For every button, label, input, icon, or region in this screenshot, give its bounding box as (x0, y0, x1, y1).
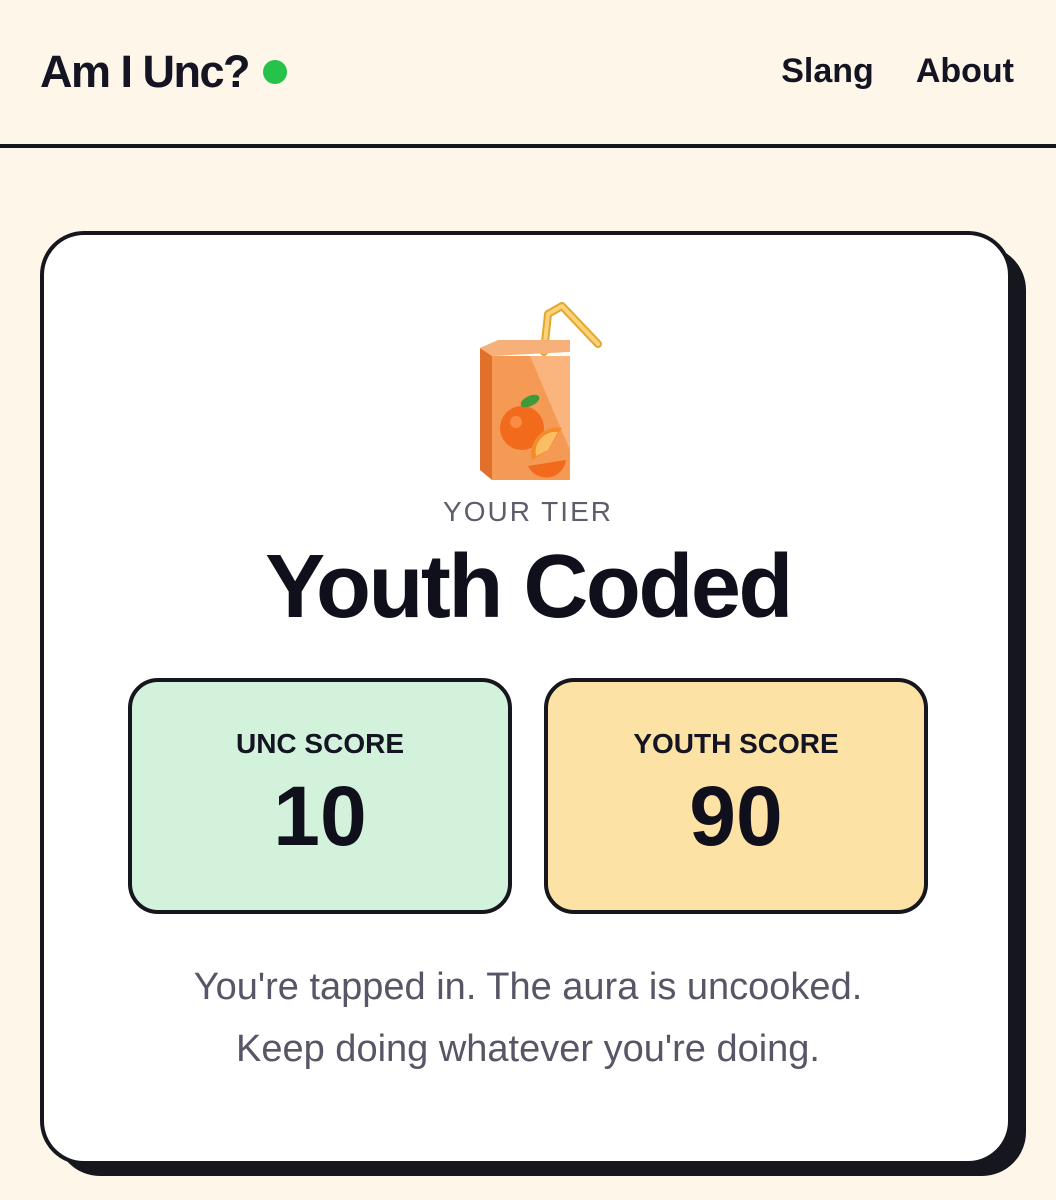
status-dot-icon (263, 60, 288, 84)
unc-score-value: 10 (273, 769, 367, 863)
tier-label: YOUR TIER (443, 496, 613, 527)
youth-score-card: YOUTH SCORE 90 (544, 678, 928, 914)
brand-logo[interactable]: Am I Unc? (40, 42, 288, 102)
result-message: You're tapped in. The aura is uncooked. … (0, 956, 1056, 1080)
main-nav: Slang About (781, 48, 1014, 94)
unc-score-label: UNC SCORE (235, 728, 404, 759)
message-line-2: Keep doing whatever you're doing. (236, 1028, 820, 1070)
unc-score-card: UNC SCORE 10 (128, 678, 512, 914)
tier-name: Youth Coded (265, 537, 793, 637)
nav-link-slang[interactable]: Slang (781, 48, 874, 94)
youth-score-label: YOUTH SCORE (633, 728, 839, 759)
nav-link-about[interactable]: About (916, 48, 1014, 94)
message-line-1: You're tapped in. The aura is uncooked. (193, 966, 863, 1008)
brand-title: Am I Unc? (40, 46, 251, 97)
juice-box-icon (480, 302, 602, 480)
site-header: Am I Unc? Slang About (0, 0, 1056, 148)
youth-score-value: 90 (689, 769, 783, 863)
